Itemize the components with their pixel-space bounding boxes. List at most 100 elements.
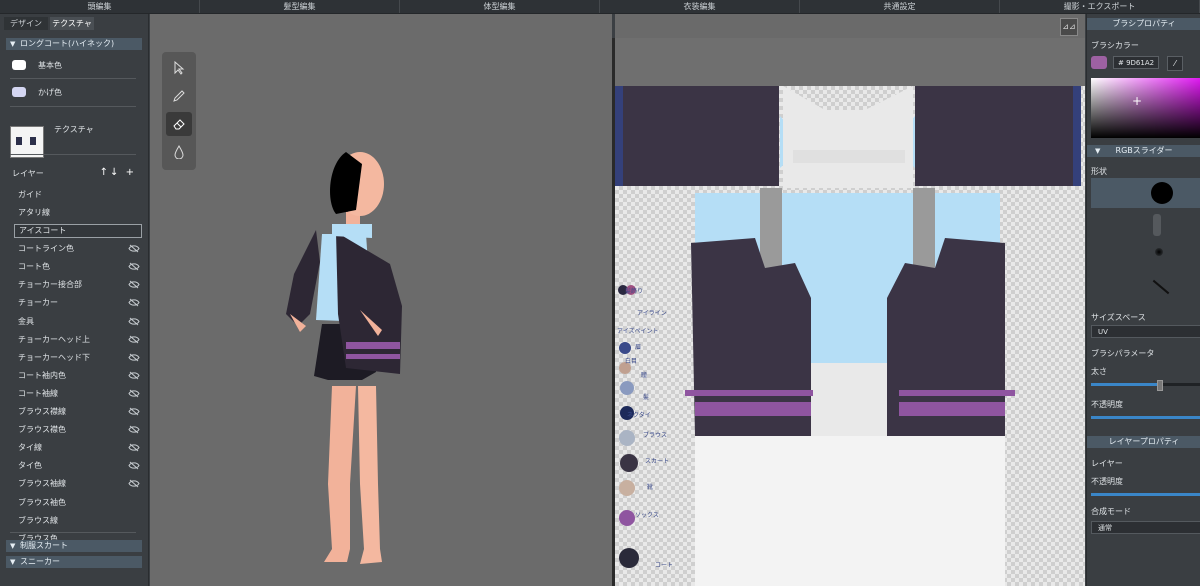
flat-brush-icon[interactable] (1153, 214, 1161, 236)
layer-row[interactable]: コート色 (14, 258, 142, 276)
color-row-base[interactable]: 基本色 (10, 58, 136, 72)
uv-toolbar (615, 14, 1085, 38)
layer-name: コート色 (18, 262, 50, 272)
rgb-slider-header[interactable]: ▼ RGBスライダー (1087, 145, 1200, 157)
menu-hair-edit[interactable]: 髪型編集 (200, 0, 400, 13)
layer-header: レイヤー ↑↓ + (12, 167, 136, 180)
size-space-select[interactable]: UV (1091, 325, 1200, 338)
texture-label: テクスチャ (54, 125, 94, 134)
thickness-knob[interactable] (1157, 380, 1164, 391)
menu-photo-export[interactable]: 撮影・エクスポート (1000, 0, 1200, 13)
layer-row[interactable]: アイスコート (14, 224, 142, 239)
eye-hidden-icon[interactable] (128, 353, 140, 362)
size-space-label: サイズスペース (1091, 313, 1146, 322)
shade-color-label: かげ色 (38, 88, 62, 97)
fill-tool[interactable] (166, 140, 192, 164)
uv-label: ソックス (635, 512, 659, 519)
layer-row[interactable]: コートライン色 (14, 240, 142, 258)
layer-row[interactable]: チョーカーヘッド下 (14, 349, 142, 367)
soft-brush-icon[interactable] (1155, 248, 1163, 256)
layer-row[interactable]: ブラウス袖色 (14, 494, 142, 512)
picker-crosshair-icon[interactable]: + (1132, 94, 1142, 108)
uv-label: 白目 (625, 358, 638, 365)
flip-icon: ⊿⊿ (1062, 22, 1076, 31)
layer-row[interactable]: コート袖内色 (14, 367, 142, 385)
eraser-tool[interactable] (166, 112, 192, 136)
eye-hidden-icon[interactable] (128, 425, 140, 434)
brush-opacity-slider[interactable] (1091, 416, 1200, 419)
layer-opacity-fill (1091, 493, 1200, 496)
eye-hidden-icon[interactable] (128, 298, 140, 307)
left-panel: デザイン テクスチャ ▼ ロングコート(ハイネック) 基本色 かげ色 テクスチャ … (0, 14, 149, 586)
layer-row[interactable]: ガイド (14, 186, 142, 204)
layer-row[interactable]: ブラウス襟線 (14, 403, 142, 421)
color-picker-field[interactable]: + (1091, 78, 1200, 138)
layer-row[interactable]: ブラウス線 (14, 512, 142, 530)
select-tool[interactable] (166, 56, 192, 80)
move-up-icon[interactable]: ↑ (100, 167, 110, 178)
shade-color-swatch[interactable] (12, 87, 26, 97)
3d-viewport[interactable] (150, 14, 612, 586)
section-long-coat[interactable]: ▼ ロングコート(ハイネック) (6, 38, 142, 50)
tab-texture[interactable]: テクスチャ (50, 17, 94, 30)
eye-hidden-icon[interactable] (128, 335, 140, 344)
layer-row[interactable]: アタリ線 (14, 204, 142, 222)
layer-row[interactable]: チョーカーヘッド上 (14, 331, 142, 349)
blend-mode-select[interactable]: 通常 (1091, 521, 1200, 534)
eye-hidden-icon[interactable] (128, 317, 140, 326)
base-color-label: 基本色 (38, 61, 62, 70)
divider (10, 78, 136, 79)
brush-color-label: ブラシカラー (1091, 41, 1139, 50)
eye-hidden-icon[interactable] (128, 461, 140, 470)
eye-hidden-icon[interactable] (128, 407, 140, 416)
layer-row[interactable]: チョーカー (14, 294, 142, 312)
layer-name: ブラウス袖色 (18, 497, 66, 507)
eye-hidden-icon[interactable] (128, 443, 140, 452)
eyedropper-button[interactable]: ⁄ (1167, 56, 1183, 71)
divider (10, 106, 136, 107)
brush-shape-selected[interactable] (1091, 178, 1200, 208)
right-panel: ブラシプロパティ ブラシカラー # 9D61A2 ⁄ + ▼ RGBスライダー 形… (1086, 14, 1200, 586)
eye-hidden-icon[interactable] (128, 389, 140, 398)
section-uniform-skirt[interactable]: ▼ 制服スカート (6, 540, 142, 552)
menu-outfit-edit[interactable]: 衣装編集 (600, 0, 800, 13)
eye-hidden-icon[interactable] (128, 262, 140, 271)
layer-row[interactable]: チョーカー接合部 (14, 276, 142, 294)
eye-hidden-icon[interactable] (128, 280, 140, 289)
uv-flip-button[interactable]: ⊿⊿ (1060, 18, 1078, 36)
add-layer-icon[interactable]: + (126, 167, 136, 178)
layer-name: ブラウス線 (18, 515, 58, 525)
pencil-tool[interactable] (166, 84, 192, 108)
shape-label: 形状 (1091, 167, 1107, 176)
brush-hex-field[interactable]: # 9D61A2 (1113, 56, 1159, 69)
menu-common-settings[interactable]: 共通設定 (800, 0, 1000, 13)
menu-body-edit[interactable]: 体型編集 (400, 0, 600, 13)
layer-row[interactable]: 金具 (14, 313, 142, 331)
thickness-fill (1091, 383, 1160, 386)
layer-opacity-slider[interactable] (1091, 493, 1200, 496)
eye-hidden-icon[interactable] (128, 371, 140, 380)
layer-row[interactable]: タイ色 (14, 457, 142, 475)
uv-label: アイズペイント (617, 328, 659, 335)
color-row-shade[interactable]: かげ色 (10, 85, 136, 99)
line-brush-icon[interactable] (1152, 279, 1170, 295)
layer-row[interactable]: ブラウス袖線 (14, 475, 142, 493)
drop-icon (174, 145, 184, 159)
menu-head-edit[interactable]: 頭編集 (0, 0, 200, 13)
layer-name: チョーカー接合部 (18, 280, 82, 290)
layer-row[interactable]: タイ線 (14, 439, 142, 457)
layer-row[interactable]: ブラウス襟色 (14, 421, 142, 439)
uv-texture-canvas[interactable]: 髪飾り アイライン アイズペイント眉白目瞳髪ネクタイ ブラウス スカート靴ソックス コート (615, 38, 1085, 586)
rgb-slider-label: RGBスライダー (1115, 146, 1173, 155)
thickness-slider[interactable] (1091, 380, 1200, 391)
brush-color-swatch[interactable] (1091, 56, 1107, 69)
uv-label: コート (655, 562, 674, 569)
eye-hidden-icon[interactable] (128, 479, 140, 488)
tool-palette (162, 52, 196, 170)
tab-design[interactable]: デザイン (4, 17, 48, 30)
layer-row[interactable]: コート袖線 (14, 385, 142, 403)
eye-hidden-icon[interactable] (128, 244, 140, 253)
move-down-icon[interactable]: ↓ (110, 167, 120, 178)
base-color-swatch[interactable] (12, 60, 26, 70)
section-sneaker[interactable]: ▼ スニーカー (6, 556, 142, 568)
